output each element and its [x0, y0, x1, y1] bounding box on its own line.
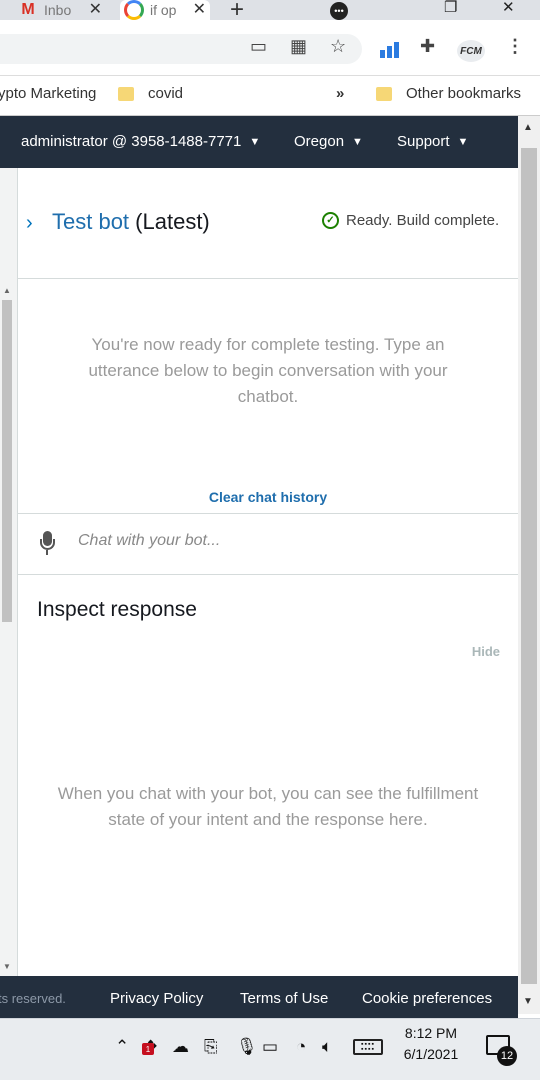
caret-down-icon: ▼ [249, 136, 261, 148]
onedrive-cloud-icon[interactable]: ☁ [172, 1037, 189, 1057]
test-bot-panel: › Test bot (Latest) ✓ Ready. Build compl… [18, 168, 518, 976]
clock-date: 6/1/2021 [403, 1046, 459, 1062]
microphone-tray-icon[interactable]: 🎙︎ [236, 1037, 258, 1057]
system-clock[interactable]: 8:12 PM 6/1/2021 [398, 1023, 464, 1065]
chat-input[interactable] [78, 532, 478, 550]
media-control-icon[interactable]: ••• [330, 2, 348, 20]
bookmark-label: covid [148, 85, 184, 102]
inspect-response-heading: Inspect response [37, 598, 197, 621]
build-status: ✓ Ready. Build complete. [322, 212, 499, 229]
scroll-down-arrow-icon[interactable]: ▼ [523, 996, 533, 1007]
notification-badge: 1 [142, 1043, 154, 1055]
caret-down-icon: ▼ [352, 136, 363, 148]
chat-history-area: You're now ready for complete testing. T… [18, 280, 518, 514]
profile-avatar[interactable]: FCM [457, 40, 485, 62]
bookmark-label: ypto Marketing [0, 85, 97, 102]
scrollbar-thumb[interactable] [521, 148, 537, 984]
extensions-puzzle-icon[interactable]: ✚ [420, 36, 435, 57]
ready-message: You're now ready for complete testing. T… [88, 335, 448, 406]
account-menu[interactable]: administrator @ 3958-1488-7771 ▼ [21, 133, 260, 150]
scrollbar-thumb[interactable] [2, 300, 12, 622]
bookmark-other[interactable]: Other bookmarks [376, 85, 521, 102]
show-hidden-icons-chevron-icon[interactable]: ⌃ [115, 1037, 129, 1057]
region-menu[interactable]: Oregon ▼ [294, 133, 363, 150]
gmail-icon: M [21, 1, 35, 18]
tab-gmail[interactable]: M Inbo ✕ [18, 0, 106, 20]
volume-icon[interactable]: 🔈︎ [322, 1037, 332, 1057]
clear-chat-history-link[interactable]: Clear chat history [18, 489, 518, 505]
wifi-icon[interactable]: ◔ [296, 1037, 306, 1057]
analytics-extension-icon[interactable] [380, 42, 400, 58]
windows-taskbar: ⌃ ❖ 1 ☁ ⎘ 🎙︎ ▭ ◔ 🔈︎ ▪▪▪▪▪▪▪▪ 8:12 PM 6/1… [0, 1018, 540, 1080]
test-bot-link[interactable]: Test bot [52, 209, 129, 234]
chat-input-row [18, 514, 518, 575]
left-scrollbar[interactable]: ▲ ▼ [0, 286, 14, 976]
tab-label: Inbo [44, 2, 72, 18]
microphone-icon[interactable] [40, 531, 55, 557]
folder-icon [118, 86, 134, 101]
browser-menu-icon[interactable]: ⋮ [506, 36, 524, 57]
support-menu[interactable]: Support ▼ [397, 133, 468, 150]
version-label: (Latest) [135, 209, 210, 234]
omnibox[interactable] [0, 34, 362, 64]
meet-now-icon[interactable]: ⎘ [204, 1037, 218, 1057]
bookmark-crypto-marketing[interactable]: ypto Marketing [0, 85, 96, 102]
status-text: Ready. Build complete. [346, 212, 500, 229]
page-scrollbar[interactable]: ▲ ▼ [518, 116, 540, 1014]
inspect-response-message: When you chat with your bot, you can see… [57, 784, 479, 829]
notification-count-badge: 12 [497, 1046, 517, 1066]
bookmarks-overflow-button[interactable]: » [336, 85, 344, 102]
folder-icon [376, 86, 392, 101]
tab-google-search[interactable]: if op ✕ [120, 0, 210, 20]
bookmark-covid[interactable]: covid [118, 85, 183, 102]
bookmarks-bar: ypto Marketing covid » Other bookmarks [0, 76, 540, 116]
test-bot-header: › Test bot (Latest) ✓ Ready. Build compl… [18, 168, 518, 279]
qr-code-icon[interactable]: ▦ [290, 36, 307, 57]
clock-time: 8:12 PM [404, 1025, 458, 1041]
collapse-chevron-icon[interactable]: › [26, 212, 33, 235]
touch-keyboard-icon[interactable]: ▪▪▪▪ ▪▪▪▪ [353, 1039, 383, 1055]
scroll-up-arrow-icon[interactable]: ▲ [3, 286, 11, 295]
cookie-preferences-link[interactable]: Cookie preferences [362, 990, 492, 1007]
browser-tab-bar: M Inbo ✕ if op ✕ + ••• ❐ ✕ [0, 0, 540, 23]
test-bot-title: Test bot (Latest) [52, 209, 210, 235]
scroll-up-arrow-icon[interactable]: ▲ [523, 122, 533, 133]
privacy-policy-link[interactable]: Privacy Policy [110, 990, 203, 1007]
terms-of-use-link[interactable]: Terms of Use [240, 990, 328, 1007]
aws-footer: ts reserved. Privacy Policy Terms of Use… [0, 976, 518, 1018]
google-icon [124, 0, 144, 20]
bookmark-label: Other bookmarks [406, 85, 522, 102]
battery-icon[interactable]: ▭ [262, 1037, 278, 1057]
aws-console-header: administrator @ 3958-1488-7771 ▼ Oregon ▼ … [0, 116, 518, 168]
region-label: Oregon [294, 133, 345, 150]
tab-label: if op [150, 2, 177, 18]
close-window-button[interactable]: ✕ [502, 0, 515, 16]
close-tab-icon[interactable]: ✕ [89, 0, 102, 19]
address-bar-row: ▭ ▦ ☆ ✚ FCM ⋮ [0, 20, 540, 76]
hide-inspect-button[interactable]: Hide [472, 644, 500, 659]
caret-down-icon: ▼ [457, 136, 469, 148]
check-circle-icon: ✓ [322, 212, 339, 229]
close-tab-icon[interactable]: ✕ [193, 0, 206, 19]
copyright-text: ts reserved. [0, 991, 66, 1006]
support-label: Support [397, 133, 450, 150]
bookmark-star-icon[interactable]: ☆ [330, 36, 346, 57]
scroll-down-arrow-icon[interactable]: ▼ [3, 962, 11, 971]
cast-icon[interactable]: ▭ [250, 36, 267, 57]
restore-window-button[interactable]: ❐ [444, 0, 457, 16]
account-label: administrator @ 3958-1488-7771 [21, 133, 242, 150]
